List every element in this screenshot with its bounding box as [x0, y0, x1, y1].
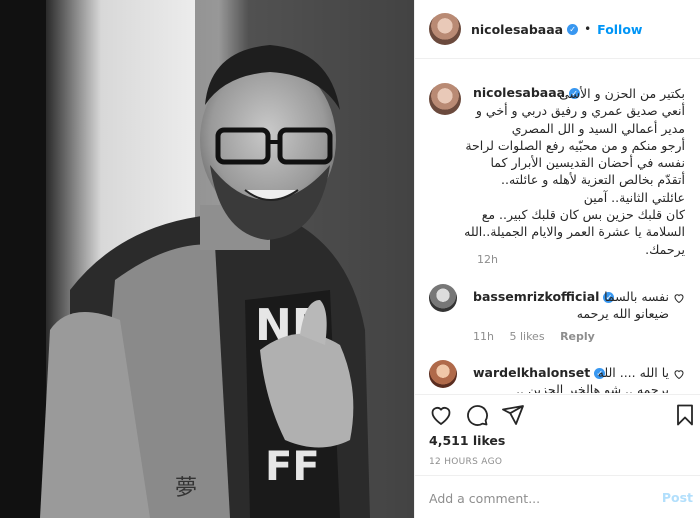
- comments-scroll-area[interactable]: nicolesabaaa ✓ بكتير من الحزن و الأسى أنع…: [415, 60, 700, 393]
- caption-text: بكتير من الحزن و الأسى أنعي صديق عمري و …: [464, 86, 685, 257]
- comment-heart-icon[interactable]: [673, 292, 685, 304]
- heart-icon[interactable]: [429, 403, 453, 427]
- post-photo-image: NE FF 夢: [0, 0, 414, 518]
- author-username[interactable]: nicolesabaaa: [471, 22, 563, 37]
- reply-button[interactable]: Reply: [560, 330, 595, 343]
- post-photo[interactable]: NE FF 夢: [0, 0, 414, 518]
- comment-input[interactable]: [429, 488, 649, 508]
- comment-heart-icon[interactable]: [673, 368, 685, 380]
- post-header: nicolesabaaa ✓ • Follow: [415, 0, 700, 59]
- commenter-avatar[interactable]: [429, 284, 457, 312]
- comment-text: يا الله .... الله يرحمه .. شو هالخبر الح…: [516, 365, 669, 393]
- verified-badge-icon: ✓: [567, 23, 579, 35]
- follow-button[interactable]: Follow: [597, 22, 642, 37]
- post-timestamp[interactable]: 12 HOURS AGO: [429, 457, 502, 467]
- share-icon[interactable]: [501, 403, 525, 427]
- comment-text: نفسه بالسما ضيعانو الله يرحمه: [576, 289, 669, 321]
- comment-composer: Post: [415, 475, 700, 518]
- likes-count[interactable]: 4,511 likes: [429, 433, 505, 448]
- comment-time[interactable]: 11h: [473, 330, 494, 343]
- post-comment-button[interactable]: Post: [662, 490, 693, 505]
- caption-timestamp[interactable]: 12h: [477, 253, 498, 266]
- bookmark-icon[interactable]: [673, 403, 697, 427]
- commenter-avatar[interactable]: [429, 360, 457, 388]
- comment-icon[interactable]: [465, 403, 489, 427]
- comment-likes[interactable]: 5 likes: [509, 330, 544, 343]
- author-avatar[interactable]: [429, 13, 461, 45]
- separator-dot: •: [584, 22, 592, 36]
- post-side-panel: nicolesabaaa ✓ • Follow nicolesabaaa ✓ بك…: [414, 0, 700, 518]
- svg-text:夢: 夢: [175, 476, 197, 501]
- svg-text:FF: FF: [265, 444, 320, 490]
- post-actions: 4,511 likes 12 HOURS AGO Post: [415, 394, 700, 518]
- comment-meta: 11h 5 likes Reply: [473, 330, 607, 343]
